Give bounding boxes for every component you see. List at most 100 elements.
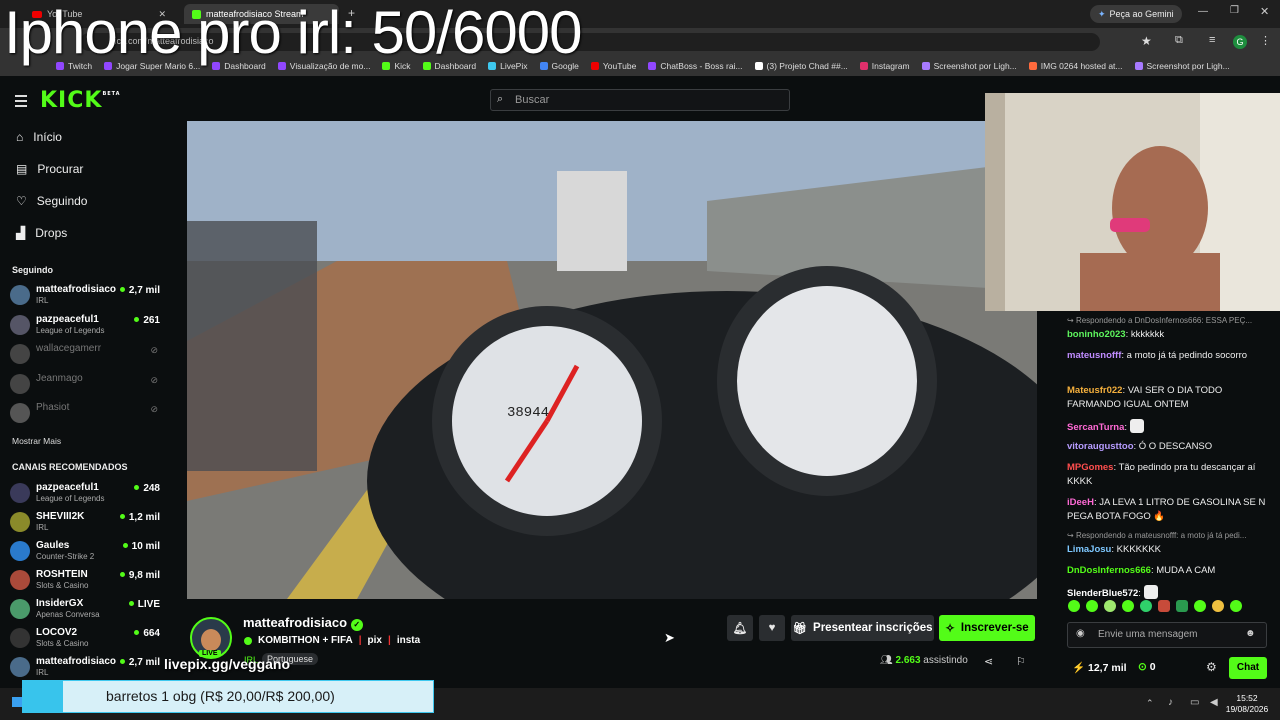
- bookmark-item[interactable]: Screenshot por Ligh...: [921, 61, 1017, 71]
- profile-avatar[interactable]: G: [1233, 35, 1247, 49]
- chat-username[interactable]: mateusnofff: [1067, 350, 1121, 361]
- emote-icon[interactable]: [1104, 600, 1116, 612]
- points-display: ⚡ 12,7 mil: [1072, 661, 1127, 674]
- subscribe-label: Inscrever-se: [960, 622, 1029, 634]
- mic-icon[interactable]: ♪: [1168, 697, 1173, 708]
- emoji-icon[interactable]: ☻: [1245, 628, 1256, 639]
- stream-link-pix[interactable]: pix: [368, 635, 382, 646]
- subscribe-button[interactable]: ✧ Inscrever-se: [939, 615, 1035, 641]
- chat-username[interactable]: boninho2023: [1067, 329, 1126, 340]
- webcam-frame: [985, 93, 1280, 311]
- nav-home[interactable]: ⌂ Início: [16, 130, 62, 144]
- nav-label: Procurar: [37, 162, 84, 176]
- nav-following[interactable]: ♡ Seguindo: [16, 194, 87, 208]
- avatar: [10, 285, 30, 305]
- emote-icon[interactable]: [1158, 600, 1170, 612]
- settings-gear-icon[interactable]: ⚙: [1206, 660, 1217, 674]
- following-channel-item[interactable]: Phasiot ⊘: [10, 401, 160, 427]
- maximize-button[interactable]: ❐: [1230, 5, 1239, 16]
- nav-browse[interactable]: ▤ Procurar: [16, 162, 83, 176]
- emote-icon[interactable]: [1212, 600, 1224, 612]
- bookmark-item[interactable]: Screenshot por Ligh...: [1134, 61, 1230, 71]
- chat-username[interactable]: Mateusfr022: [1067, 385, 1122, 396]
- windows-start-icon[interactable]: [12, 697, 22, 707]
- search-input[interactable]: Buscar: [490, 89, 790, 111]
- bell-icon: 🔔︎: [732, 623, 748, 635]
- chat-username[interactable]: MPGomes: [1067, 462, 1113, 473]
- follow-heart-button[interactable]: ♥: [759, 615, 785, 641]
- minimize-button[interactable]: —: [1198, 6, 1208, 17]
- chat-username[interactable]: iDeeH: [1067, 497, 1094, 508]
- report-icon[interactable]: ⚐: [1016, 655, 1026, 668]
- recommended-channel-item[interactable]: pazpeaceful1 League of Legends 248: [10, 481, 160, 507]
- stream-link-insta[interactable]: insta: [397, 635, 420, 646]
- taskbar-clock[interactable]: 15:52 19/08/2026: [1224, 693, 1270, 715]
- points-icon: ⚡: [1072, 662, 1086, 674]
- video-player[interactable]: 38944: [187, 121, 1037, 599]
- bookmark-item[interactable]: YouTube: [590, 61, 636, 71]
- recommended-channel-item[interactable]: ROSHTEIN Slots & Casino 9,8 mil: [10, 568, 160, 594]
- chat-username[interactable]: DnDosInfernos666: [1067, 565, 1151, 576]
- bookmark-item[interactable]: IMG 0264 hosted at...: [1028, 61, 1123, 71]
- emote-icon[interactable]: [1176, 600, 1188, 612]
- following-channel-item[interactable]: pazpeaceful1 League of Legends 261: [10, 313, 160, 339]
- chat-username[interactable]: SercanTurna: [1067, 422, 1124, 433]
- nav-label: Início: [33, 130, 62, 144]
- emote-icon[interactable]: [1140, 600, 1152, 612]
- share-icon[interactable]: ⋖: [984, 655, 993, 668]
- gemini-icon: ✦: [1098, 8, 1106, 19]
- chat-username[interactable]: SlenderBlue572: [1067, 588, 1138, 599]
- following-channel-item[interactable]: Jeanmago ⊘: [10, 372, 160, 398]
- viewer-count: 261: [134, 315, 160, 326]
- show-more-link[interactable]: Mostrar Mais: [12, 436, 61, 446]
- chat-username[interactable]: vitoraugusttoo: [1067, 441, 1134, 452]
- bookmark-item[interactable]: Instagram: [859, 61, 910, 71]
- monitor-icon[interactable]: ▭: [1190, 697, 1199, 708]
- chat-input[interactable]: Envie uma mensagem: [1067, 622, 1267, 648]
- gemini-button[interactable]: ✦ Peça ao Gemini: [1090, 5, 1182, 23]
- bookmark-item[interactable]: (3) Projeto Chad ##...: [754, 61, 848, 71]
- gift-subs-button[interactable]: 🎁︎ Presentear inscrições: [791, 615, 934, 641]
- kick-logo[interactable]: KICKBETA: [40, 88, 121, 113]
- recommended-channel-item[interactable]: matteafrodisiaco IRL 2,7 mil: [10, 655, 160, 681]
- menu-icon[interactable]: ⋮: [1260, 34, 1271, 47]
- recommended-channel-item[interactable]: Gaules Counter-Strike 2 10 mil: [10, 539, 160, 565]
- close-window-button[interactable]: ✕: [1260, 5, 1269, 18]
- notification-bell-button[interactable]: 🔔︎: [727, 615, 753, 641]
- chat-message: SercanTurna:: [1067, 419, 1277, 435]
- channel-name[interactable]: matteafrodisiaco ✓: [243, 615, 363, 631]
- stream-title-row: KOMBITHON + FIFA | pix | insta: [244, 635, 420, 646]
- coins-value: 0: [1149, 661, 1156, 673]
- bookmark-label: IMG 0264 hosted at...: [1040, 61, 1123, 71]
- star-icon[interactable]: ★: [1141, 34, 1152, 48]
- emote-icon[interactable]: [1230, 600, 1242, 612]
- recommended-channel-item[interactable]: SHEVIII2K IRL 1,2 mil: [10, 510, 160, 536]
- points-value: 12,7 mil: [1088, 662, 1127, 674]
- nav-drops[interactable]: ▟ Drops: [16, 226, 67, 240]
- reply-text: Respondendo a DnDosInfernos666: ESSA PEÇ…: [1075, 316, 1253, 325]
- chat-message: LimaJosu: KKKKKKK: [1067, 544, 1161, 555]
- extensions-icon[interactable]: ⧉: [1175, 34, 1183, 47]
- following-channel-item[interactable]: wallacegamerr ⊘: [10, 342, 160, 368]
- emote-icon[interactable]: [1122, 600, 1134, 612]
- channel-name: Jeanmago: [36, 372, 83, 384]
- following-title: Seguindo: [12, 265, 53, 275]
- avatar: [10, 657, 30, 677]
- recommended-channel-item[interactable]: InsiderGX Apenas Conversa LIVE: [10, 597, 160, 623]
- nav-label: Seguindo: [36, 194, 88, 208]
- tray-chevron-icon[interactable]: ⌃: [1146, 698, 1154, 709]
- emote-icon[interactable]: [1194, 600, 1206, 612]
- following-channel-item[interactable]: matteafrodisiaco IRL 2,7 mil: [10, 283, 160, 309]
- chat-send-button[interactable]: Chat: [1229, 657, 1267, 679]
- chat-username[interactable]: LimaJosu: [1067, 544, 1111, 555]
- recommended-channel-item[interactable]: LOCOV2 Slots & Casino 664: [10, 626, 160, 652]
- bookmark-item[interactable]: ChatBoss - Boss rai...: [648, 61, 743, 71]
- media-icon[interactable]: ≡: [1209, 34, 1215, 46]
- emote-icon[interactable]: [1086, 600, 1098, 612]
- avatar: [10, 344, 30, 364]
- emote-icon[interactable]: [1068, 600, 1080, 612]
- coins-display: ⊙ 0: [1138, 661, 1156, 673]
- hamburger-menu-icon[interactable]: [15, 95, 27, 107]
- volume-icon[interactable]: ◀: [1210, 697, 1218, 708]
- heart-icon: ♡: [16, 194, 27, 208]
